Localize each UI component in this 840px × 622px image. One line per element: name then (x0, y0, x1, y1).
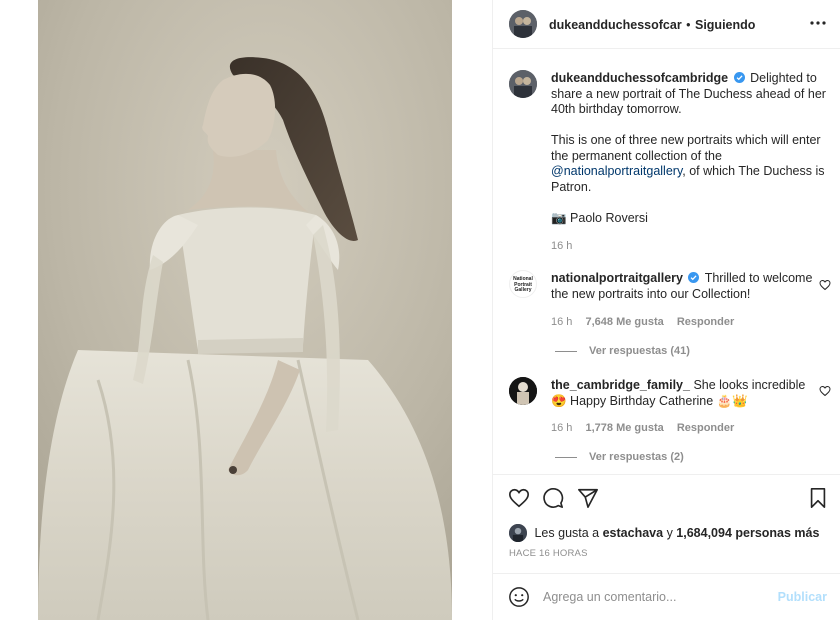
comment-1-username[interactable]: nationalportraitgallery (551, 271, 683, 285)
emoji-icon[interactable] (508, 586, 530, 608)
mention-link[interactable]: @nationalportraitgallery (551, 164, 682, 178)
heart-icon[interactable] (819, 385, 831, 397)
view-replies-2-label[interactable]: Ver respuestas (2) (589, 451, 684, 463)
view-replies-1-label[interactable]: Ver respuestas (41) (589, 345, 690, 357)
heart-icon[interactable] (819, 279, 831, 291)
header-dot: • (686, 18, 691, 32)
author-avatar[interactable] (509, 10, 537, 38)
comment-2: the_cambridge_family_ She looks incredib… (551, 378, 813, 409)
header-username[interactable]: dukeandduchessofcar (549, 18, 682, 32)
post-timestamp: HACE 16 HORAS (509, 548, 588, 559)
more-options-icon[interactable] (809, 14, 827, 32)
comment-1-reply[interactable]: Responder (677, 316, 734, 328)
comment-1-likes[interactable]: 7,648 Me gusta (585, 316, 663, 328)
header-line: dukeandduchessofcar • Siguiendo (549, 16, 755, 34)
verified-icon (688, 272, 700, 283)
portrait-image (38, 0, 452, 620)
liker-avatar[interactable] (509, 524, 527, 542)
likes-user[interactable]: estachava (603, 526, 663, 540)
caption-username[interactable]: dukeandduchessofcambridge (551, 71, 728, 85)
photo-credit: 📷 Paolo Roversi (551, 210, 648, 225)
caption-time: 16 h (551, 239, 573, 252)
post-actions: Les gusta a estachava y 1,684,094 person… (493, 474, 840, 621)
comments-section[interactable]: dukeandduchessofcambridge Delighted to s… (493, 49, 840, 474)
verified-icon (733, 72, 745, 83)
comment-1-meta: 16 h 7,648 Me gusta Responder (551, 316, 734, 328)
comment-2-likes[interactable]: 1,778 Me gusta (585, 422, 663, 434)
heart-icon[interactable] (508, 487, 530, 509)
likes-mid: y (666, 526, 673, 540)
post-header: dukeandduchessofcar • Siguiendo (493, 0, 840, 49)
npg-avatar-text: National Portrait Gallery (513, 276, 533, 293)
likes-prefix: Les gusta a (534, 526, 600, 540)
likes-line: Les gusta a estachava y 1,684,094 person… (509, 524, 819, 542)
comment-input[interactable]: Agrega un comentario... (543, 590, 676, 604)
bookmark-icon[interactable] (807, 487, 829, 509)
following-button[interactable]: Siguiendo (695, 18, 755, 32)
post-photo[interactable] (38, 0, 452, 620)
caption-text-2a: This is one of three new portraits which… (551, 133, 821, 163)
likes-count[interactable]: 1,684,094 personas más (676, 526, 819, 540)
comment-2-time: 16 h (551, 422, 573, 434)
comment-1-time: 16 h (551, 316, 573, 328)
comment-2-meta: 16 h 1,778 Me gusta Responder (551, 422, 734, 434)
comment-2-username[interactable]: the_cambridge_family_ (551, 378, 690, 392)
publish-button[interactable]: Publicar (778, 590, 827, 604)
view-replies-2[interactable]: Ver respuestas (2) (555, 451, 684, 463)
caption-avatar[interactable] (509, 70, 537, 98)
comment-2-avatar[interactable] (509, 377, 537, 405)
comment-bar: Agrega un comentario... Publicar (493, 573, 840, 622)
npg-avatar[interactable]: National Portrait Gallery (509, 270, 537, 298)
share-icon[interactable] (577, 487, 599, 509)
comment-1: nationalportraitgallery Thrilled to welc… (551, 271, 813, 302)
comment-icon[interactable] (542, 487, 564, 509)
post-details-panel: dukeandduchessofcar • Siguiendo dukeandd… (492, 0, 840, 620)
view-replies-1[interactable]: Ver respuestas (41) (555, 345, 690, 357)
comment-2-reply[interactable]: Responder (677, 422, 734, 434)
caption: dukeandduchessofcambridge Delighted to s… (551, 71, 831, 254)
